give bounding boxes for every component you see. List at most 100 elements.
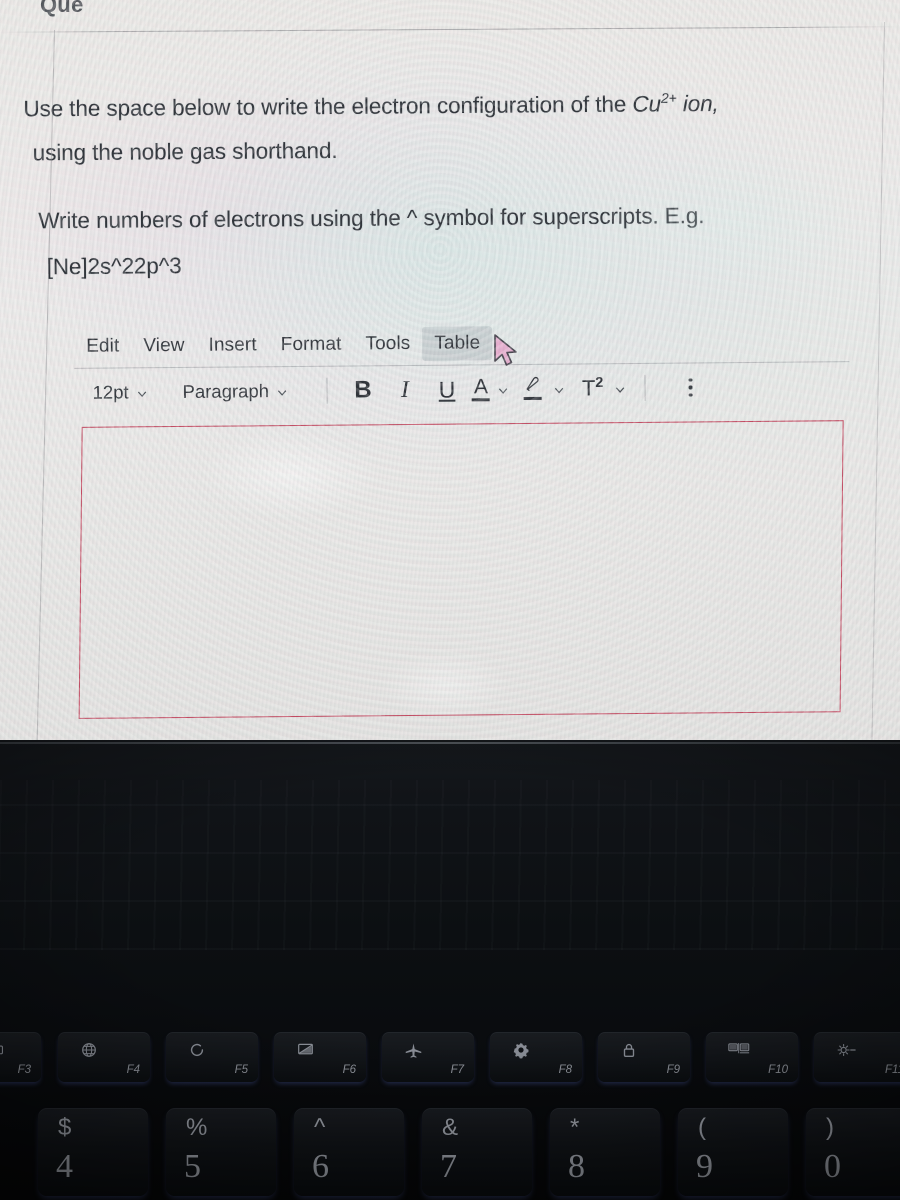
text-color-control[interactable]: A <box>468 374 510 404</box>
question-instruction: Write numbers of electrons using the ^ s… <box>38 203 705 234</box>
key-f5[interactable]: F5 <box>166 1032 258 1082</box>
menu-item-edit[interactable]: Edit <box>74 329 131 363</box>
kebab-dot <box>688 385 693 390</box>
key-number: 5 <box>184 1148 201 1185</box>
globe-icon <box>80 1041 98 1059</box>
key-number: 9 <box>696 1148 713 1185</box>
function-key-row: F3 F4 F5 F6 F7 F8 F9 F10 F1 <box>0 1032 900 1094</box>
editor-menu-bar: Edit View Insert Format Tools Table <box>62 319 862 368</box>
key-symbol: ( <box>698 1114 706 1141</box>
highlighter-pen-icon <box>520 374 546 404</box>
key-number: 6 <box>312 1148 329 1185</box>
menu-item-table[interactable]: Table <box>422 326 493 361</box>
italic-button[interactable]: I <box>384 373 426 407</box>
editor-format-toolbar: 12pt Paragraph B I U A T2 <box>62 362 862 417</box>
question-example: [Ne]2s^22p^3 <box>46 253 182 280</box>
key-symbol: ^ <box>314 1114 326 1141</box>
key-5[interactable]: % 5 <box>166 1108 276 1196</box>
chevron-down-icon[interactable] <box>553 383 566 396</box>
lock-icon <box>620 1041 638 1059</box>
bold-button[interactable]: B <box>342 373 384 407</box>
key-f10[interactable]: F10 <box>706 1032 798 1082</box>
key-0[interactable]: ) 0 <box>806 1108 900 1196</box>
airplane-mode-icon <box>404 1041 423 1059</box>
underline-button[interactable]: U <box>426 372 468 406</box>
menu-item-view[interactable]: View <box>131 329 197 364</box>
text-color-letter: A <box>473 375 489 399</box>
toolbar-divider <box>326 377 329 404</box>
ion-charge: 2+ <box>660 89 677 106</box>
key-symbol: ) <box>826 1114 834 1141</box>
key-number: 4 <box>56 1148 73 1185</box>
highlight-color-swatch <box>524 396 543 400</box>
key-f6[interactable]: F6 <box>274 1032 366 1082</box>
key-9[interactable]: ( 9 <box>678 1108 788 1196</box>
number-key-row: $ 4 % 5 ^ 6 & 7 * 8 ( 9 ) 0 <box>0 1108 900 1200</box>
ion-formula: Cu2+ <box>632 89 677 117</box>
block-format-dropdown[interactable]: Paragraph <box>174 376 297 407</box>
key-label: F5 <box>234 1064 248 1076</box>
screen-off-icon <box>296 1041 315 1058</box>
menu-item-tools[interactable]: Tools <box>353 327 422 362</box>
mouse-cursor-icon <box>494 334 517 366</box>
key-symbol: * <box>570 1114 580 1141</box>
key-8[interactable]: * 8 <box>550 1108 660 1196</box>
superscript-control[interactable]: T2 <box>582 375 627 401</box>
key-f7[interactable]: F7 <box>382 1032 474 1082</box>
font-size-dropdown[interactable]: 12pt <box>84 377 156 408</box>
kebab-dot <box>688 378 693 382</box>
answer-text-area[interactable] <box>78 420 844 719</box>
laptop-screen: Que Use the space below to write the ele… <box>0 0 900 742</box>
rich-text-editor: Edit View Insert Format Tools Table 12pt… <box>62 319 865 726</box>
key-label: F7 <box>450 1064 464 1076</box>
key-4[interactable]: $ 4 <box>38 1108 148 1196</box>
key-label: F4 <box>126 1064 140 1076</box>
key-symbol: & <box>442 1114 459 1141</box>
superscript-icon: T2 <box>581 374 604 401</box>
key-f8[interactable]: F8 <box>490 1032 582 1082</box>
more-options-button[interactable] <box>677 372 703 402</box>
key-number: 7 <box>440 1148 457 1185</box>
font-size-value: 12pt <box>92 381 129 403</box>
page-divider-line <box>0 26 900 33</box>
key-symbol: % <box>186 1114 208 1141</box>
key-label: F11 <box>885 1064 900 1076</box>
key-f4[interactable]: F4 <box>58 1032 150 1082</box>
keyboard-backlight-icon <box>0 1041 5 1058</box>
chevron-down-icon[interactable] <box>497 384 510 397</box>
toolbar-divider <box>644 374 646 401</box>
key-label: F3 <box>17 1064 31 1076</box>
question-prompt: Use the space below to write the electro… <box>23 81 895 290</box>
kebab-dot <box>688 393 693 397</box>
brightness-down-icon <box>836 1041 858 1059</box>
highlight-color-control[interactable] <box>520 374 566 404</box>
question-line-1-suffix: ion, <box>676 90 719 117</box>
key-f3[interactable]: F3 <box>0 1032 41 1082</box>
question-line-1-prefix: Use the space below to write the electro… <box>23 91 633 122</box>
key-f9[interactable]: F9 <box>598 1032 690 1082</box>
key-number: 8 <box>568 1148 585 1185</box>
key-label: F9 <box>666 1064 680 1076</box>
settings-gear-icon <box>512 1041 530 1059</box>
dual-display-icon <box>728 1041 750 1057</box>
key-label: F10 <box>768 1064 788 1076</box>
key-7[interactable]: & 7 <box>422 1108 532 1196</box>
chevron-down-icon <box>136 387 149 400</box>
block-format-value: Paragraph <box>182 380 270 402</box>
text-color-swatch <box>472 398 491 402</box>
key-symbol: $ <box>58 1114 72 1141</box>
refresh-icon <box>188 1041 206 1059</box>
speaker-grille <box>0 780 900 950</box>
key-f11[interactable]: F11 <box>814 1032 900 1082</box>
key-6[interactable]: ^ 6 <box>294 1108 404 1196</box>
cropped-heading-fragment: Que <box>40 0 84 17</box>
key-number: 0 <box>824 1148 841 1185</box>
screen-bottom-bezel <box>0 742 900 744</box>
question-paragraph-1: Use the space below to write the electro… <box>23 81 894 176</box>
menu-item-format[interactable]: Format <box>269 327 354 362</box>
question-paragraph-2: Write numbers of electrons using the ^ s… <box>38 193 895 290</box>
chevron-down-icon[interactable] <box>613 383 626 396</box>
question-line-2: using the noble gas shorthand. <box>32 137 338 166</box>
menu-item-insert[interactable]: Insert <box>196 328 268 363</box>
key-label: F6 <box>342 1064 356 1076</box>
